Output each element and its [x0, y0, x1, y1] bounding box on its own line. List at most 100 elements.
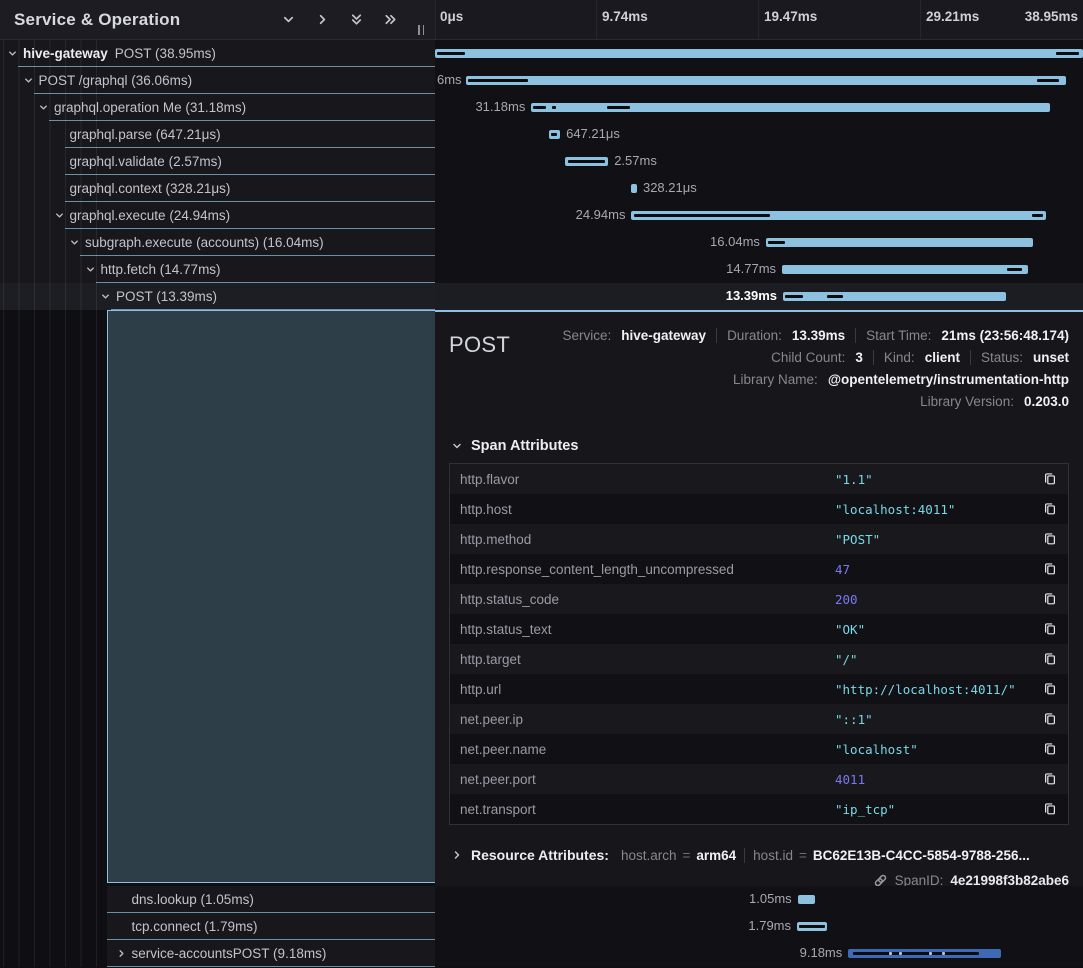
duration-label: 1.79ms: [748, 918, 791, 933]
attribute-key: http.url: [460, 682, 835, 697]
meta-value: client: [925, 350, 960, 365]
span-row[interactable]: graphql.operation Me (31.18ms)31.18ms: [0, 94, 1083, 121]
expander-chevron-down-icon[interactable]: [37, 102, 50, 113]
meta-separator: [970, 350, 971, 365]
copy-icon[interactable]: [1040, 679, 1060, 699]
span-duration-bar[interactable]: [466, 76, 1066, 85]
attribute-value: "http://localhost:4011/": [835, 682, 1040, 697]
panel-title: Service & Operation: [14, 10, 279, 30]
expander-chevron-down-icon[interactable]: [84, 264, 97, 275]
span-row-left: service-accountsPOST (9.18ms): [0, 940, 435, 967]
span-row[interactable]: dns.lookup (1.05ms)1.05ms: [0, 886, 1083, 913]
copy-icon[interactable]: [1040, 559, 1060, 579]
attribute-key: http.status_code: [460, 592, 835, 607]
panel-resize-handle[interactable]: [415, 23, 427, 37]
span-row[interactable]: POST (13.39ms)13.39ms: [0, 283, 1083, 310]
attribute-key: net.peer.port: [460, 772, 835, 787]
operation-name: tcp.connect (1.79ms): [132, 919, 258, 934]
attribute-key: http.status_text: [460, 622, 835, 637]
span-meta: Service:hive-gatewayDuration:13.39msStar…: [449, 324, 1069, 412]
span-duration-bar[interactable]: [782, 265, 1028, 274]
indent-guides: [3, 886, 110, 913]
double-chevron-down-icon[interactable]: [347, 11, 365, 29]
link-icon[interactable]: [873, 873, 888, 886]
copy-icon[interactable]: [1040, 769, 1060, 789]
span-meta-line: Service:hive-gatewayDuration:13.39msStar…: [449, 324, 1069, 346]
span-row[interactable]: graphql.parse (647.21μs)647.21μs: [0, 121, 1083, 148]
copy-icon[interactable]: [1040, 709, 1060, 729]
header-row: Service & Operation 0μs9.74ms19.47ms29.2…: [0, 0, 1083, 40]
expander-chevron-down-icon[interactable]: [22, 75, 35, 86]
copy-icon[interactable]: [1040, 649, 1060, 669]
chevron-right-icon[interactable]: [313, 11, 331, 29]
copy-icon[interactable]: [1040, 529, 1060, 549]
attribute-row: http.status_code200: [450, 584, 1068, 614]
span-rows-bottom: dns.lookup (1.05ms)1.05mstcp.connect (1.…: [0, 886, 1083, 967]
child-span-mark: [827, 295, 844, 298]
expander-chevron-right-icon[interactable]: [115, 948, 128, 959]
span-attributes-header[interactable]: Span Attributes: [451, 438, 1069, 454]
span-row[interactable]: service-accountsPOST (9.18ms)9.18ms: [0, 940, 1083, 967]
meta-separator: [716, 328, 717, 343]
child-span-mark: [533, 106, 546, 109]
span-row[interactable]: http.fetch (14.77ms)14.77ms: [0, 256, 1083, 283]
span-row-left[interactable]: POST (13.39ms): [0, 283, 435, 310]
meta-key: Library Name:: [733, 372, 818, 387]
attribute-value: "ip_tcp": [835, 802, 1040, 817]
copy-icon[interactable]: [1040, 739, 1060, 759]
span-duration-bar[interactable]: [798, 895, 815, 904]
span-row-left[interactable]: subgraph.execute (accounts) (16.04ms): [0, 229, 435, 256]
span-row[interactable]: graphql.execute (24.94ms)24.94ms: [0, 202, 1083, 229]
meta-value: hive-gateway: [621, 328, 706, 343]
span-row[interactable]: subgraph.execute (accounts) (16.04ms)16.…: [0, 229, 1083, 256]
span-row-content[interactable]: service-accountsPOST (9.18ms): [107, 940, 435, 967]
span-row[interactable]: graphql.validate (2.57ms) 2.57ms: [0, 148, 1083, 175]
meta-value: @opentelemetry/instrumentation-http: [828, 372, 1069, 387]
span-row-left[interactable]: graphql.operation Me (31.18ms): [0, 94, 435, 121]
span-duration-bar[interactable]: [631, 184, 636, 193]
span-row-content[interactable]: tcp.connect (1.79ms): [107, 913, 435, 940]
operation-name: POST (9.18ms): [233, 946, 327, 961]
resource-attributes-header[interactable]: Resource Attributes: host.arch=arm64host…: [451, 847, 1069, 863]
span-row[interactable]: tcp.connect (1.79ms) 1.79ms: [0, 913, 1083, 940]
span-row-left[interactable]: graphql.validate (2.57ms): [0, 148, 435, 175]
child-span-mark: [889, 952, 892, 955]
duration-label: 2.57ms: [614, 153, 657, 168]
expander-chevron-down-icon[interactable]: [53, 210, 66, 221]
attribute-value: "localhost": [835, 742, 1040, 757]
span-row[interactable]: hive-gatewayPOST (38.95ms): [0, 40, 1083, 67]
attribute-key: net.transport: [460, 802, 835, 817]
span-duration-bar[interactable]: [766, 238, 1033, 247]
span-row-left[interactable]: graphql.execute (24.94ms): [0, 202, 435, 229]
child-span-mark: [929, 952, 932, 955]
span-meta-line: Child Count:3Kind:clientStatus:unset: [449, 346, 1069, 368]
copy-icon[interactable]: [1040, 799, 1060, 819]
span-row-left[interactable]: graphql.parse (647.21μs): [0, 121, 435, 148]
span-row-left[interactable]: http.fetch (14.77ms): [0, 256, 435, 283]
expander-chevron-down-icon[interactable]: [68, 237, 81, 248]
attribute-value: "localhost:4011": [835, 502, 1040, 517]
attribute-key: net.peer.ip: [460, 712, 835, 727]
copy-icon[interactable]: [1040, 469, 1060, 489]
span-duration-bar[interactable]: [783, 292, 1006, 301]
span-row-content[interactable]: dns.lookup (1.05ms): [107, 886, 435, 913]
span-row-timeline: 1.05ms: [435, 886, 1083, 913]
span-row[interactable]: POST /graphql (36.06ms)6ms: [0, 67, 1083, 94]
expander-chevron-down-icon[interactable]: [99, 291, 112, 302]
chevron-down-icon[interactable]: [279, 11, 297, 29]
operation-name: POST (13.39ms): [116, 289, 217, 304]
expander-chevron-down-icon[interactable]: [6, 48, 19, 59]
span-row[interactable]: graphql.context (328.21μs)328.21μs: [0, 175, 1083, 202]
meta-key: Service:: [562, 328, 611, 343]
timeline-header: 0μs9.74ms19.47ms29.21ms38.95ms: [435, 0, 1083, 40]
copy-icon[interactable]: [1040, 589, 1060, 609]
timeline-tick-label: 0μs: [440, 9, 463, 24]
span-row-left[interactable]: POST /graphql (36.06ms): [0, 67, 435, 94]
span-row-left[interactable]: graphql.context (328.21μs): [0, 175, 435, 202]
copy-icon[interactable]: [1040, 619, 1060, 639]
copy-icon[interactable]: [1040, 499, 1060, 519]
span-duration-bar[interactable]: [435, 49, 1083, 58]
double-chevron-right-icon[interactable]: [381, 11, 399, 29]
span-attributes-title: Span Attributes: [471, 438, 578, 454]
span-row-left[interactable]: hive-gatewayPOST (38.95ms): [0, 40, 435, 67]
